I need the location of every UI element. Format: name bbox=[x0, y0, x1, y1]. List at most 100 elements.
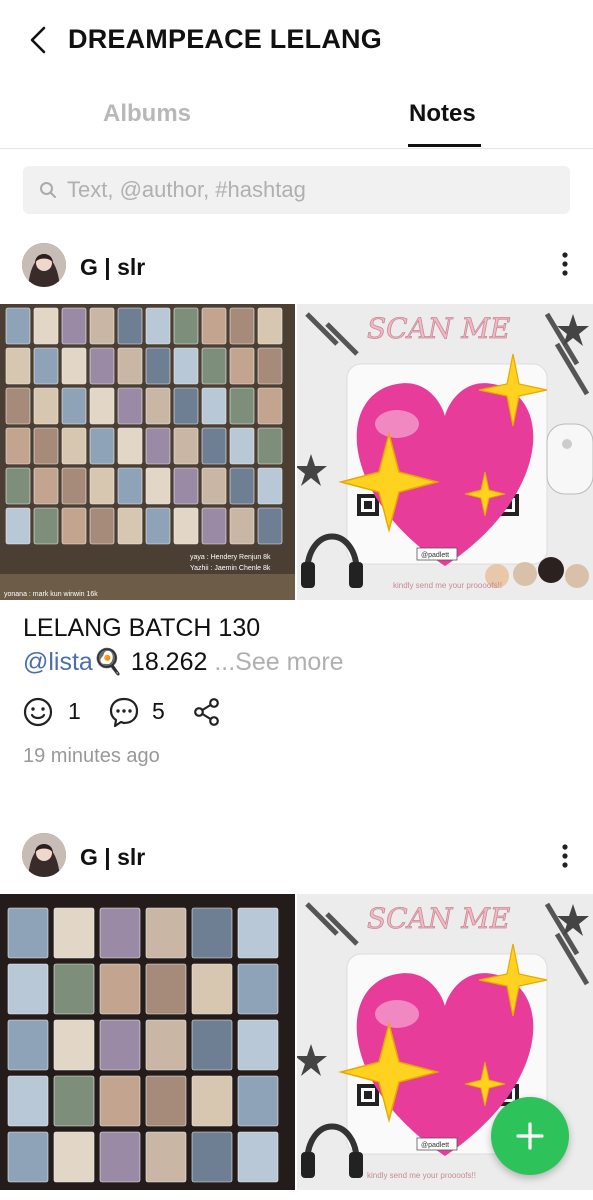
photocard bbox=[201, 387, 227, 425]
photocard bbox=[7, 963, 49, 1015]
mention-emoji: 🍳 bbox=[92, 648, 124, 676]
chevron-left-icon[interactable] bbox=[22, 22, 58, 58]
comment-count: 5 bbox=[152, 698, 165, 724]
photocard bbox=[145, 507, 171, 545]
reaction-count: 1 bbox=[68, 698, 81, 724]
smile-icon[interactable] bbox=[22, 696, 54, 728]
mention-link[interactable]: @lista bbox=[23, 648, 93, 676]
photocard bbox=[229, 387, 255, 425]
photocard bbox=[237, 1019, 279, 1071]
photocard bbox=[257, 387, 283, 425]
photocard bbox=[5, 507, 31, 545]
photocard bbox=[173, 507, 199, 545]
comment-icon[interactable] bbox=[108, 696, 140, 728]
photocard bbox=[201, 467, 227, 505]
photocard bbox=[89, 307, 115, 345]
photocard bbox=[99, 963, 141, 1015]
qr-tag: @padlett bbox=[421, 1142, 449, 1149]
photocard bbox=[229, 467, 255, 505]
photocard bbox=[229, 427, 255, 465]
photocard bbox=[237, 907, 279, 959]
photo-caption: yonana : mark kun winwin 16k bbox=[4, 591, 98, 598]
photocard bbox=[145, 467, 171, 505]
scan-me-logo-text: SCAN ME bbox=[367, 312, 510, 345]
photocard bbox=[33, 347, 59, 385]
photocard bbox=[5, 427, 31, 465]
photocard bbox=[53, 1019, 95, 1071]
photocard bbox=[61, 387, 87, 425]
post-author[interactable]: G | slr bbox=[80, 844, 145, 871]
photocard bbox=[53, 1131, 95, 1183]
app-header: DREAMPEACE LELANG bbox=[0, 0, 593, 82]
photocard bbox=[61, 507, 87, 545]
photocard bbox=[5, 467, 31, 505]
share-icon[interactable] bbox=[192, 697, 222, 727]
photocard bbox=[99, 1131, 141, 1183]
qr-tag: @padlett bbox=[421, 552, 449, 559]
photocard bbox=[99, 1019, 141, 1071]
tab-albums[interactable]: Albums bbox=[103, 100, 191, 128]
page-title: DREAMPEACE LELANG bbox=[68, 24, 382, 54]
post-photo-cards[interactable] bbox=[0, 894, 295, 1190]
photocard bbox=[145, 307, 171, 345]
more-vertical-icon[interactable] bbox=[553, 250, 577, 278]
photocard bbox=[61, 307, 87, 345]
tab-bar: Albums Notes bbox=[0, 92, 593, 149]
photocard bbox=[117, 347, 143, 385]
post-timestamp: 19 minutes ago bbox=[23, 745, 160, 767]
photocard bbox=[117, 427, 143, 465]
search-input[interactable]: Text, @author, #hashtag bbox=[23, 166, 570, 214]
photo-caption: kindly send me your proooofs!! bbox=[367, 1171, 476, 1180]
photocard bbox=[7, 1019, 49, 1071]
photocard bbox=[229, 507, 255, 545]
photocard bbox=[89, 387, 115, 425]
photocard bbox=[191, 963, 233, 1015]
photocard bbox=[145, 427, 171, 465]
photocard bbox=[117, 387, 143, 425]
photocard bbox=[7, 1131, 49, 1183]
plus-icon bbox=[516, 1122, 544, 1150]
photocard bbox=[53, 963, 95, 1015]
photocard bbox=[7, 907, 49, 959]
active-tab-indicator bbox=[408, 144, 481, 147]
tab-notes[interactable]: Notes bbox=[409, 100, 476, 128]
post-body[interactable]: @lista🍳 18.262 ...See more bbox=[23, 648, 344, 677]
photocard bbox=[5, 347, 31, 385]
photocard bbox=[173, 347, 199, 385]
see-more-link[interactable]: ...See more bbox=[214, 648, 343, 676]
add-note-button[interactable] bbox=[491, 1097, 569, 1175]
photocard bbox=[257, 507, 283, 545]
post-actions: 1 5 bbox=[22, 696, 322, 728]
photocard bbox=[145, 347, 171, 385]
photocard bbox=[191, 1075, 233, 1127]
photo-caption: kindly send me your proooofs!! bbox=[393, 581, 502, 590]
photocard bbox=[89, 347, 115, 385]
photocard bbox=[33, 427, 59, 465]
photocard bbox=[117, 507, 143, 545]
photocard bbox=[61, 427, 87, 465]
photocard bbox=[145, 1075, 187, 1127]
avatar[interactable] bbox=[22, 243, 66, 287]
photocard bbox=[257, 307, 283, 345]
photocard bbox=[191, 907, 233, 959]
photocard bbox=[5, 387, 31, 425]
photocard bbox=[229, 307, 255, 345]
photocard bbox=[145, 907, 187, 959]
post-photo-cards[interactable]: yaya : Hendery Renjun 8k Yazhii : Jaemin… bbox=[0, 304, 295, 600]
photocard bbox=[89, 467, 115, 505]
photocard bbox=[201, 427, 227, 465]
photocard bbox=[53, 1075, 95, 1127]
photocard bbox=[237, 1131, 279, 1183]
photocard bbox=[191, 1019, 233, 1071]
post-photo-scan-me[interactable]: SCAN ME @padlett kindly send me your pro… bbox=[297, 304, 593, 600]
photocard bbox=[117, 307, 143, 345]
avatar[interactable] bbox=[22, 833, 66, 877]
more-vertical-icon[interactable] bbox=[553, 842, 577, 870]
photocard bbox=[145, 387, 171, 425]
photocard bbox=[61, 467, 87, 505]
post-author[interactable]: G | slr bbox=[80, 254, 145, 281]
photocard bbox=[145, 963, 187, 1015]
photocard bbox=[33, 307, 59, 345]
photocard bbox=[257, 467, 283, 505]
photocard bbox=[145, 1019, 187, 1071]
